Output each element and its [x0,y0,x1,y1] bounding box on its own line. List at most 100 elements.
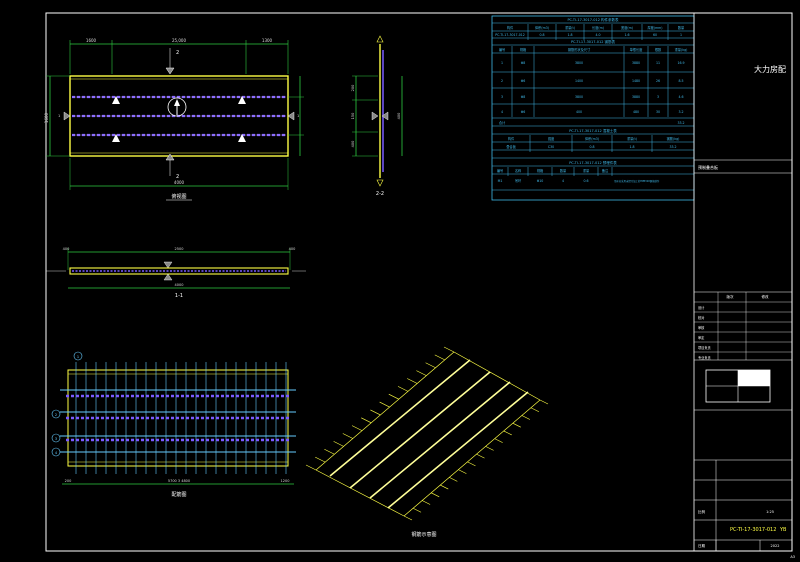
iso-tick [425,362,436,369]
iso-tick [315,456,326,463]
plan-dim-top-2: 25,000 [172,38,186,43]
side-caption: 1-1 [175,293,183,299]
end-dim-left-2: 150 [351,113,355,120]
iso-tick [379,401,390,408]
table2-cell: 1 [501,61,503,65]
table3-cell: 0.8 [589,145,594,149]
role-label: 审定 [698,335,705,340]
table2-cell: 3 [501,95,503,99]
iso-tick [388,393,399,400]
plan-dim-top-1: 1600 [86,38,97,43]
iso-tick [403,515,413,521]
iso-tick [370,409,381,416]
role-label: 项目负责 [698,345,711,350]
iso-tick [512,422,521,428]
table2-cell: 3880 [632,61,640,65]
table3-cell: 33.2 [669,145,676,149]
rebar-label-1: 1 [77,355,79,359]
iso-tick [412,507,422,513]
iso-tick [351,425,363,431]
iso-tick [324,448,335,455]
end-dim-left-3: 400 [351,141,355,148]
role-label: 设计 [698,305,705,310]
cad-drawing-sheet: 1600 25,000 1300 2 1 1 1600 2 4000 俯视图 2… [44,12,795,559]
iso-tick [476,453,485,459]
iso-tick [443,346,455,353]
date-label: 日期 [698,543,706,548]
iso-tick [467,461,476,467]
table2-header-cell: 钢筋形状及尺寸 [568,47,591,52]
table1-cell: 1 [680,33,682,37]
iso-tick [416,370,427,376]
table2-total-value: 33.2 [677,121,684,125]
rev-header-2: 修改 [762,294,770,299]
project-name: 预制叠合板 [698,164,718,170]
table2-cell: 480 [633,110,639,114]
table2-cell: 3800 [575,95,583,99]
table4-header-cell: 重量 [583,168,590,173]
table3-header-cell: 体积(m3) [585,136,599,141]
table3-cell: C30 [548,145,554,149]
iso-tick [458,469,467,474]
table4-cell: 4 [562,179,564,183]
end-caption: 2-2 [376,191,384,197]
iso-tick [434,354,445,361]
table2-cell: 30 [656,110,660,114]
role-label: 审核 [698,325,705,330]
table3-header-cell: 钢筋(kg) [667,136,680,141]
table2-cell: 400 [576,110,582,114]
table1-header-cell: 数量 [678,25,685,30]
date-value: 2022 [771,544,780,548]
drawing-code-suffix: YB [779,527,787,533]
rebar-dim-1: 200 [65,479,72,483]
table2-cell: 16.9 [677,61,684,65]
outer-frame [45,12,793,552]
table3-header-cell: 重量(t) [627,136,637,141]
table2-cell: 3880 [632,95,640,99]
table3-cell: 1.8 [629,145,634,149]
table2-cell: 11 [656,61,660,65]
iso-tick [361,417,372,424]
table1-cell: 0.8 [539,33,544,37]
tables: PC-TI-17-3017-012 构件参数表 构件 体积(m3) 重量(t) 长度(… [491,15,695,201]
table2-cell: 3 [657,95,659,99]
end-dim-left-1: 200 [351,85,355,92]
table2-header-cell: 根数 [655,47,662,52]
plan-dim-bottom: 4000 [174,180,185,185]
table2-cell: 2 [501,79,503,83]
table4-header-cell: 编号 [497,168,503,173]
table4-header-cell: 数量 [560,168,567,173]
iso-tick [305,464,317,471]
scale-label: 比例 [698,509,706,514]
side-dim-bottom: 4000 [175,283,184,287]
iso-tick [494,438,503,443]
iso-tick [342,433,353,439]
iso-tick [485,446,494,451]
plan-dim-left: 1600 [44,112,49,123]
table4-cell: 吊环 [515,179,521,183]
iso-tick [431,492,440,498]
iso-tick [397,386,409,392]
table3-header-cell: 构件 [508,136,515,141]
table2-cell: Φ6 [521,110,526,114]
role-label: 专业负责 [698,355,711,360]
table2-cell: 8.5 [678,79,683,83]
iso-tick [449,477,458,482]
iso-tick [530,407,540,413]
plan-section-mark-top: 2 [176,50,179,56]
plan-view: 1600 25,000 1300 2 1 1 1600 2 4000 俯视图 [44,38,304,201]
end-view: 200 150 400 400 2-2 [351,35,403,197]
drawing-code: PC-TI-17-3017-012 [730,527,776,533]
table1-header-cell: 宽度(m) [621,25,633,30]
iso-tick [407,378,418,384]
table1-cell: 4.0 [595,33,600,37]
side-dim-top-3: 400 [289,247,296,251]
end-dim-right: 400 [397,113,401,120]
table1-header-cell: 厚度(mm) [647,25,662,30]
table2-cell: 4.6 [678,95,683,99]
table2-cell: 3.2 [678,110,683,114]
table4-header-cell: 名称 [515,168,522,173]
iso-tick [521,415,531,420]
table2-cell: 4 [501,110,503,114]
table1-header-cell: 构件 [507,25,514,30]
